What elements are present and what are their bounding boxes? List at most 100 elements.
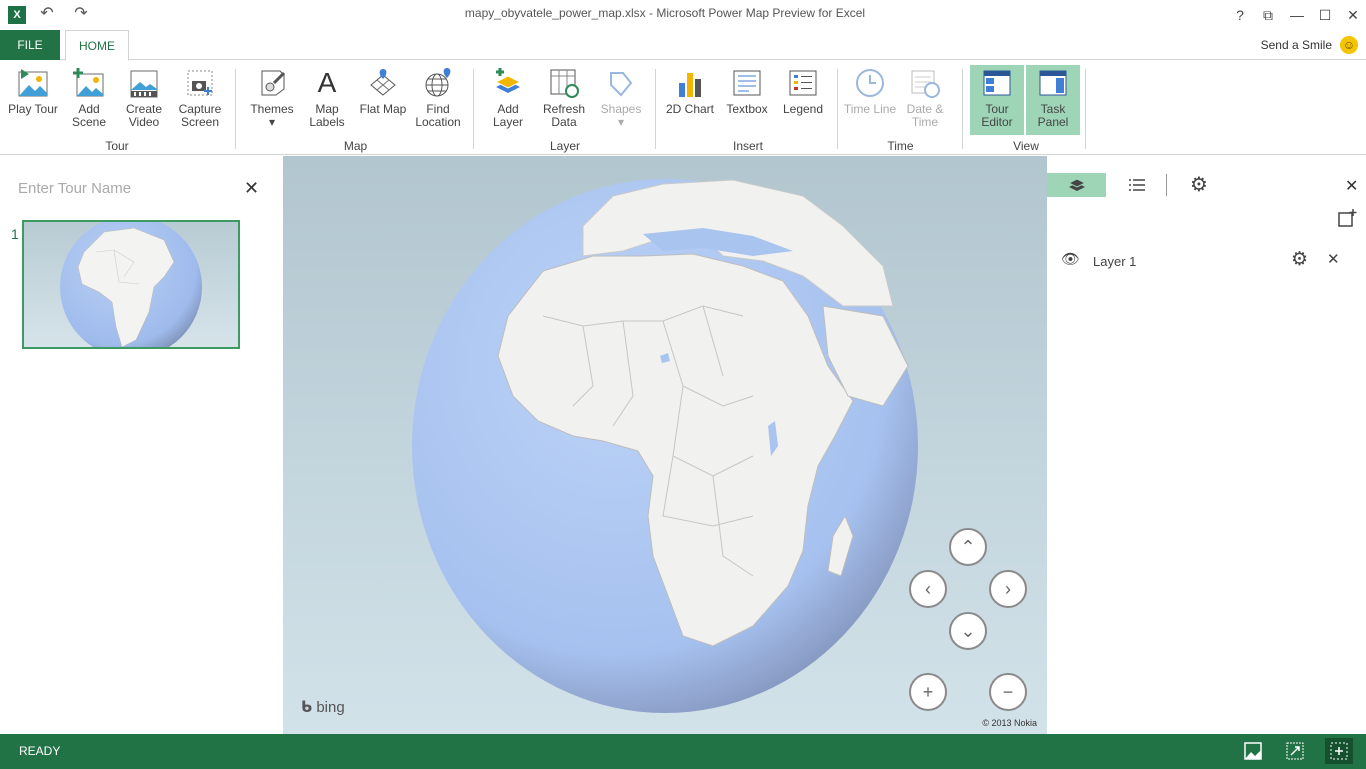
title-bar: X ↶ ↷ mapy_obyvatele_power_map.xlsx - Mi… [0,0,1366,30]
shapes-text: Shapes [600,102,642,116]
textbox-button[interactable]: Textbox [720,65,774,135]
group-separator [655,69,656,149]
shapes-button[interactable]: Shapes ▾ [594,65,648,135]
play-tour-label: Play Tour [8,102,58,116]
globe-pin-icon [422,67,454,99]
eye-icon[interactable]: 👁 [1061,250,1080,268]
date-time-label: Date & Time [906,102,944,129]
group-tour-label: Tour [105,139,129,153]
tilt-down-button[interactable]: ⌄ [949,612,987,650]
tab-divider [1166,174,1167,196]
group-separator [837,69,838,149]
bing-text: bing [316,699,345,716]
list-icon [1129,179,1145,191]
rotate-right-button[interactable]: › [989,570,1027,608]
close-button[interactable]: ✕ [1340,4,1366,26]
layer-name[interactable]: Layer 1 [1093,254,1136,269]
map-canvas[interactable]: ⌃ ‹ › ⌄ + − ᑲ bing © 2013 Nokia [283,156,1047,734]
layer-settings-icon[interactable]: ⚙ [1291,248,1308,271]
find-location-button[interactable]: Find Location [411,65,465,135]
refresh-data-icon [548,67,580,99]
tab-file[interactable]: FILE [0,30,60,60]
add-scene-label: Add Scene [71,102,107,129]
layer-row[interactable]: 👁 Layer 1 ⚙ ✕ [1061,248,1361,272]
globe[interactable] [283,156,1047,734]
delete-layer-icon[interactable]: ✕ [1327,250,1340,268]
send-smile-button[interactable]: Send a Smile [1261,38,1332,52]
textbox-label: Textbox [726,102,768,116]
tab-settings[interactable]: ⚙ [1185,173,1213,197]
tour-editor-label: Tour Editor [981,102,1013,129]
maximize-button[interactable]: ☐ [1312,4,1338,26]
flat-map-button[interactable]: Flat Map [356,65,410,135]
status-bar: READY [0,734,1366,769]
add-layer-icon [492,67,524,99]
new-layer-icon[interactable] [1337,208,1357,228]
rotate-left-button[interactable]: ‹ [909,570,947,608]
zoom-in-button[interactable]: + [909,673,947,711]
tab-home[interactable]: HOME [65,30,129,61]
close-tour-pane-icon[interactable]: ✕ [244,178,259,199]
close-task-panel-icon[interactable]: ✕ [1345,176,1358,196]
task-panel: ⚙ ✕ 👁 Layer 1 ⚙ ✕ [1047,156,1366,734]
map-labels-button[interactable]: A Map Labels [300,65,354,135]
shapes-icon [605,67,637,99]
window-title: mapy_obyvatele_power_map.xlsx - Microsof… [464,6,866,20]
add-scene-icon [73,67,105,99]
map-view-icon[interactable] [1241,740,1265,762]
play-tour-button[interactable]: Play Tour [6,65,60,135]
date-time-button[interactable]: Date & Time [898,65,952,135]
group-time-label: Time [887,139,914,153]
flat-view-icon[interactable] [1283,740,1307,762]
group-layer-label: Layer [549,139,581,153]
add-layer-button[interactable]: Add Layer [481,65,535,135]
themes-dropdown-icon: ▾ [268,115,276,129]
tab-layers[interactable] [1047,173,1106,197]
flat-map-label: Flat Map [359,102,407,116]
task-panel-icon [1037,67,1069,99]
group-insert-label: Insert [732,139,763,153]
clock-icon [854,67,886,99]
help-button[interactable]: ? [1227,4,1253,26]
map-labels-icon: A [317,67,337,98]
tab-field-list[interactable] [1123,173,1151,197]
themes-icon [256,67,288,99]
group-separator [235,69,236,149]
tour-editor-button[interactable]: Tour Editor [970,65,1024,135]
legend-button[interactable]: Legend [776,65,830,135]
refresh-data-button[interactable]: Refresh Data [537,65,591,135]
full-screen-icon[interactable] [1325,738,1353,764]
themes-button[interactable]: Themes ▾ [245,65,299,135]
scene-thumbnail[interactable] [22,220,240,349]
camera-icon [184,67,216,99]
flat-map-icon [367,67,399,99]
ribbon-display-button[interactable]: ⧉ [1255,4,1281,26]
smile-icon[interactable]: ☺ [1340,36,1358,54]
time-line-button[interactable]: Time Line [843,65,897,135]
2d-chart-button[interactable]: 2D Chart [663,65,717,135]
tilt-up-button[interactable]: ⌃ [949,528,987,566]
scene-number: 1 [11,226,19,242]
ribbon-tabs: FILE HOME Send a Smile ☺ [0,30,1366,61]
shapes-dropdown-icon: ▾ [617,115,625,129]
add-layer-label: Add Layer [492,102,524,129]
zoom-out-button[interactable]: − [989,673,1027,711]
status-text: READY [19,744,61,758]
task-panel-button[interactable]: Task Panel [1026,65,1080,135]
create-video-button[interactable]: Create Video [117,65,171,135]
find-location-label: Find Location [415,102,461,129]
create-video-icon [128,67,160,99]
bing-logo: ᑲ bing [301,698,345,716]
group-separator [473,69,474,149]
capture-screen-button[interactable]: Capture Screen [173,65,227,135]
play-tour-icon [17,67,49,99]
legend-label: Legend [782,102,824,116]
time-line-label: Time Line [843,102,897,116]
bar-chart-icon [674,67,706,99]
tour-name-input[interactable]: Enter Tour Name [18,180,131,197]
add-scene-button[interactable]: Add Scene [62,65,116,135]
legend-icon [787,67,819,99]
minimize-button[interactable]: — [1284,4,1310,26]
scene-thumbnail-globe [60,222,202,347]
group-separator [1085,69,1086,149]
